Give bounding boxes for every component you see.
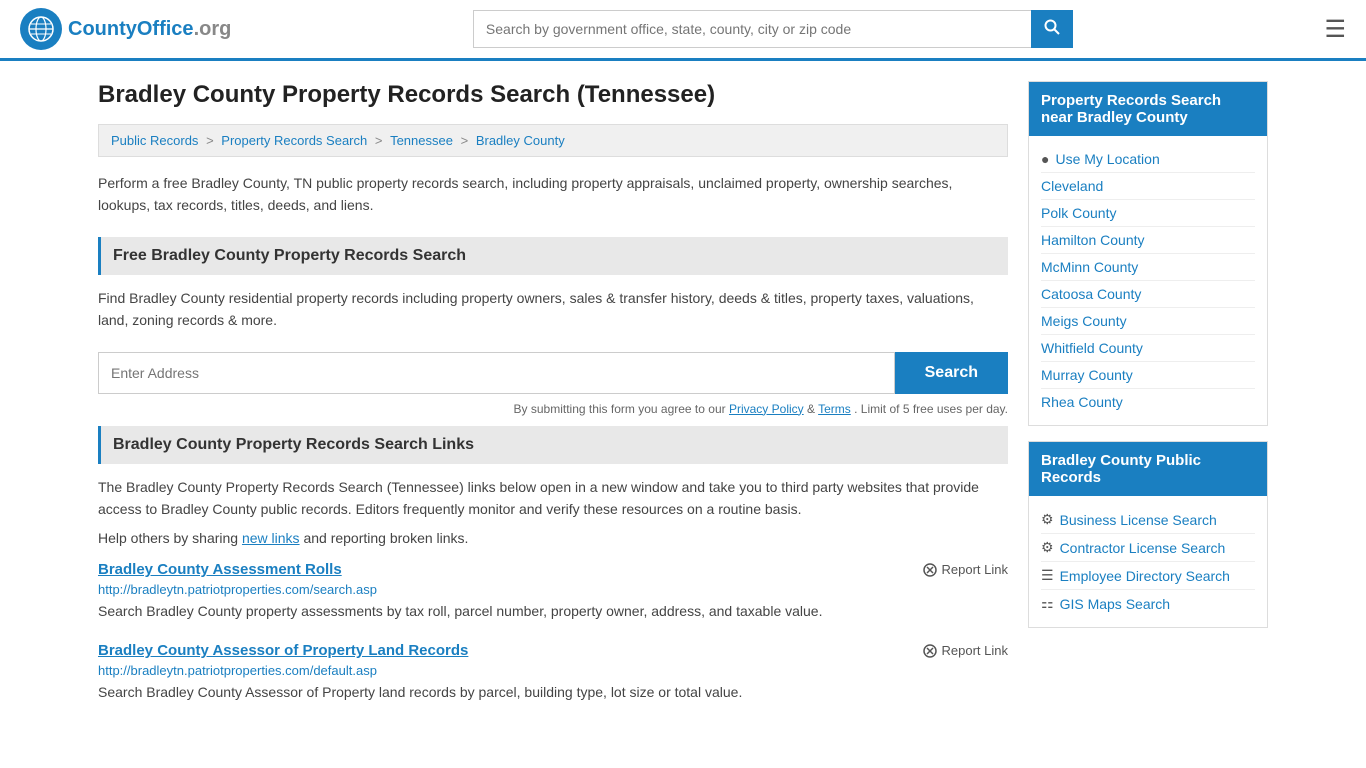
sidebar-county-meigs[interactable]: Meigs County <box>1041 308 1255 335</box>
address-input[interactable] <box>98 352 895 394</box>
business-license-link[interactable]: Business License Search <box>1060 512 1217 528</box>
record-link-header-2: Bradley County Assessor of Property Land… <box>98 642 1008 659</box>
breadcrumb-public-records[interactable]: Public Records <box>111 133 198 148</box>
share-text: Help others by sharing new links and rep… <box>98 530 1008 546</box>
terms-link[interactable]: Terms <box>818 402 851 416</box>
logo-text: CountyOffice.org <box>68 18 231 41</box>
menu-icon[interactable]: ☰ <box>1324 15 1346 44</box>
nearby-box: Property Records Search near Bradley Cou… <box>1028 81 1268 426</box>
search-button[interactable]: Search <box>895 352 1008 394</box>
sidebar-county-whitfield[interactable]: Whitfield County <box>1041 335 1255 362</box>
use-my-location-link[interactable]: Use My Location <box>1055 151 1159 167</box>
breadcrumb-bradley-county[interactable]: Bradley County <box>476 133 565 148</box>
sidebar-county-rhea[interactable]: Rhea County <box>1041 389 1255 415</box>
form-disclaimer: By submitting this form you agree to our… <box>98 402 1008 416</box>
free-search-header: Free Bradley County Property Records Sea… <box>98 237 1008 275</box>
logo-icon <box>20 8 62 50</box>
site-header: CountyOffice.org ☰ <box>0 0 1366 61</box>
assessment-rolls-link[interactable]: Bradley County Assessment Rolls <box>98 561 342 578</box>
assessor-land-records-link[interactable]: Bradley County Assessor of Property Land… <box>98 642 468 659</box>
breadcrumb-property-records-search[interactable]: Property Records Search <box>221 133 367 148</box>
breadcrumb-tennessee[interactable]: Tennessee <box>390 133 453 148</box>
sidebar-county-mcminn[interactable]: McMinn County <box>1041 254 1255 281</box>
sidebar-employee-directory[interactable]: ☰ Employee Directory Search <box>1041 562 1255 590</box>
list-icon: ☰ <box>1041 567 1054 584</box>
links-description: The Bradley County Property Records Sear… <box>98 476 1008 521</box>
breadcrumb: Public Records > Property Records Search… <box>98 124 1008 157</box>
header-search-input[interactable] <box>473 10 1031 48</box>
new-links-link[interactable]: new links <box>242 530 300 546</box>
use-my-location-item[interactable]: ● Use My Location <box>1041 146 1255 173</box>
location-icon: ● <box>1041 151 1049 167</box>
gis-maps-link[interactable]: GIS Maps Search <box>1060 596 1171 612</box>
links-section-header: Bradley County Property Records Search L… <box>98 426 1008 464</box>
record-link-header-1: Bradley County Assessment Rolls Report L… <box>98 561 1008 578</box>
record-link-item-1: Bradley County Assessment Rolls Report L… <box>98 561 1008 622</box>
page-description: Perform a free Bradley County, TN public… <box>98 172 1008 217</box>
logo-area: CountyOffice.org <box>20 8 231 50</box>
page-wrapper: Bradley County Property Records Search (… <box>83 61 1283 743</box>
record-link-item-2: Bradley County Assessor of Property Land… <box>98 642 1008 703</box>
sidebar-business-license[interactable]: ⚙ Business License Search <box>1041 506 1255 534</box>
sidebar-county-cleveland[interactable]: Cleveland <box>1041 173 1255 200</box>
sidebar-county-catoosa[interactable]: Catoosa County <box>1041 281 1255 308</box>
privacy-policy-link[interactable]: Privacy Policy <box>729 402 804 416</box>
report-link-btn-2[interactable]: Report Link <box>923 643 1008 658</box>
sidebar-gis-maps[interactable]: ⚏ GIS Maps Search <box>1041 590 1255 617</box>
record-desc-2: Search Bradley County Assessor of Proper… <box>98 682 1008 703</box>
main-content: Bradley County Property Records Search (… <box>98 81 1008 723</box>
header-search-area <box>473 10 1073 48</box>
record-url-1: http://bradleytn.patriotproperties.com/s… <box>98 582 1008 597</box>
gear-icon-1: ⚙ <box>1041 511 1054 528</box>
public-records-box-body: ⚙ Business License Search ⚙ Contractor L… <box>1029 496 1267 627</box>
header-search-button[interactable] <box>1031 10 1073 48</box>
record-desc-1: Search Bradley County property assessmen… <box>98 601 1008 622</box>
public-records-box: Bradley County Public Records ⚙ Business… <box>1028 441 1268 628</box>
free-search-form: Search By submitting this form you agree… <box>98 352 1008 416</box>
gear-icon-2: ⚙ <box>1041 539 1054 556</box>
report-link-btn-1[interactable]: Report Link <box>923 562 1008 577</box>
sidebar-county-hamilton[interactable]: Hamilton County <box>1041 227 1255 254</box>
page-title: Bradley County Property Records Search (… <box>98 81 1008 109</box>
nearby-box-header: Property Records Search near Bradley Cou… <box>1029 82 1267 136</box>
sidebar-county-murray[interactable]: Murray County <box>1041 362 1255 389</box>
sidebar-contractor-license[interactable]: ⚙ Contractor License Search <box>1041 534 1255 562</box>
sidebar-county-polk[interactable]: Polk County <box>1041 200 1255 227</box>
sidebar: Property Records Search near Bradley Cou… <box>1028 81 1268 723</box>
public-records-box-header: Bradley County Public Records <box>1029 442 1267 496</box>
nearby-box-body: ● Use My Location Cleveland Polk County … <box>1029 136 1267 425</box>
search-row: Search <box>98 352 1008 394</box>
employee-directory-link[interactable]: Employee Directory Search <box>1060 568 1230 584</box>
contractor-license-link[interactable]: Contractor License Search <box>1060 540 1226 556</box>
record-url-2: http://bradleytn.patriotproperties.com/d… <box>98 663 1008 678</box>
map-icon: ⚏ <box>1041 595 1054 612</box>
free-search-description: Find Bradley County residential property… <box>98 287 1008 332</box>
